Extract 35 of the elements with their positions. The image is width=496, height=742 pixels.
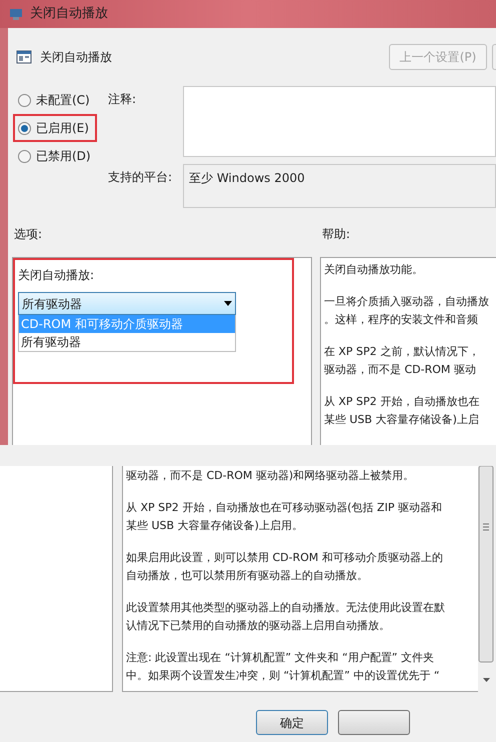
help-text: 某些 USB 大容量存储设备)上启用。 <box>126 518 304 534</box>
policy-icon <box>16 49 32 65</box>
radio-option[interactable]: 已禁用(D) <box>18 147 91 165</box>
options-label: 选项: <box>13 226 44 243</box>
help-text: 关闭自动播放功能。 <box>324 262 424 278</box>
help-text: 驱动器，而不是 CD-ROM 驱动器)和网络驱动器上被禁用。 <box>126 468 416 484</box>
platform-label: 支持的平台: <box>108 169 174 186</box>
ok-button[interactable]: 确定 <box>256 710 328 735</box>
setting-label: 关闭自动播放: <box>18 267 96 284</box>
window-title: 关闭自动播放 <box>30 5 108 24</box>
cancel-button[interactable] <box>338 710 410 735</box>
help-text: 中。如果两个设置发生冲突，则 “计算机配置” 中的设置优先于 “ <box>126 668 441 684</box>
help-text: 驱动器，而不是 CD-ROM 驱动 <box>324 362 477 378</box>
radio-option[interactable]: 已启用(E) <box>18 119 89 137</box>
comment-field[interactable] <box>183 86 496 157</box>
platform-field: 至少 Windows 2000 <box>183 164 496 208</box>
help-text: 在 XP SP2 之前，默认情况下， <box>324 344 480 360</box>
radio-option[interactable]: 未配置(C) <box>18 91 90 109</box>
app-icon <box>8 6 24 22</box>
dropdown[interactable]: 所有驱动器 <box>18 292 236 315</box>
dropdown-item[interactable]: 所有驱动器 <box>19 333 235 351</box>
help-text: 从 XP SP2 开始，自动播放也在可移动驱动器(包括 ZIP 驱动器和 <box>126 500 443 516</box>
help-text: 。这样，程序的安装文件和音频 <box>324 312 479 328</box>
comment-label: 注释: <box>108 91 138 108</box>
help-text: 一旦将介质插入驱动器，自动播放 <box>324 294 490 310</box>
help-text: 自动播放，也可以禁用所有驱动器上的自动播放。 <box>126 568 369 584</box>
help-text: 此设置禁用其他类型的驱动器上的自动播放。无法使用此设置在默 <box>126 600 446 616</box>
help-text: 注意: 此设置出现在 “计算机配置” 文件夹和 “用户配置” 文件夹 <box>126 650 435 666</box>
policy-title: 关闭自动播放 <box>40 49 112 66</box>
help-text: 某些 USB 大容量存储设备)上启 <box>324 412 480 428</box>
dropdown-arrow-icon <box>224 301 232 306</box>
help-text: 认情况下已禁用的自动播放的驱动器上启用自动播放。 <box>126 618 391 634</box>
help-label: 帮助: <box>322 226 350 243</box>
help-text: 如果启用此设置，则可以禁用 CD-ROM 和可移动介质驱动器上的 <box>126 550 444 566</box>
help-text: 从 XP SP2 开始，自动播放也在 <box>324 394 480 410</box>
